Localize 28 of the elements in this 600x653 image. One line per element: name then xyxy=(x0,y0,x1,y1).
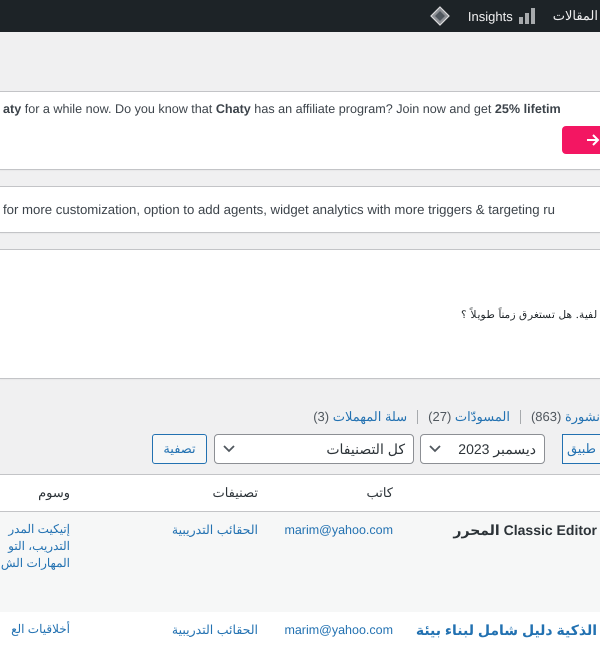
column-header[interactable]: وسوم xyxy=(38,485,70,500)
tag-link[interactable]: المهارات الش xyxy=(0,556,70,570)
notice-text: for more customization, option to add agents, widget analytics with more triggers & targeting ru xyxy=(2,202,556,217)
chevron-down-icon xyxy=(429,445,441,453)
column-header[interactable]: كاتب xyxy=(366,485,393,500)
post-title: Classic Editor المحرر xyxy=(453,522,597,538)
category-select[interactable]: كل التصنيفات xyxy=(214,434,414,464)
insights-link[interactable]: Insights xyxy=(464,0,539,32)
menu-link[interactable]: المقالات xyxy=(548,0,600,32)
bar-chart-icon xyxy=(518,8,535,24)
diamond-logo-icon[interactable] xyxy=(430,6,450,26)
author-link[interactable]: marim@yahoo.com xyxy=(284,523,393,537)
apply-button[interactable]: طبيق xyxy=(562,434,600,464)
filter-button[interactable]: تصفية xyxy=(152,434,207,464)
join-button[interactable] xyxy=(562,126,600,154)
category-link[interactable]: الحقائب التدريبية xyxy=(172,623,258,637)
arrow-right-icon xyxy=(586,134,600,146)
tag-link[interactable]: أخلاقيات الع xyxy=(0,622,70,636)
category-link[interactable]: الحقائب التدريبية xyxy=(172,523,258,537)
message-text: لفية. هل تستغرق زمناً طويلاً ؟ xyxy=(460,308,598,320)
tag-link[interactable]: التدريب، التو xyxy=(0,539,70,553)
author-link[interactable]: marim@yahoo.com xyxy=(284,623,393,637)
tag-link[interactable]: إتيكيت المدر xyxy=(0,522,70,536)
notice-text: aty for a while now. Do you know that Chaty has an affiliate program? Join now and get 25% lifetim xyxy=(2,101,562,116)
post-title[interactable]: الذكية دليل شامل لبناء بيئة xyxy=(416,622,597,638)
date-select[interactable]: ديسمبر 2023 xyxy=(420,434,545,464)
chevron-down-icon xyxy=(223,445,235,453)
column-header[interactable]: تصنيفات xyxy=(212,485,258,500)
